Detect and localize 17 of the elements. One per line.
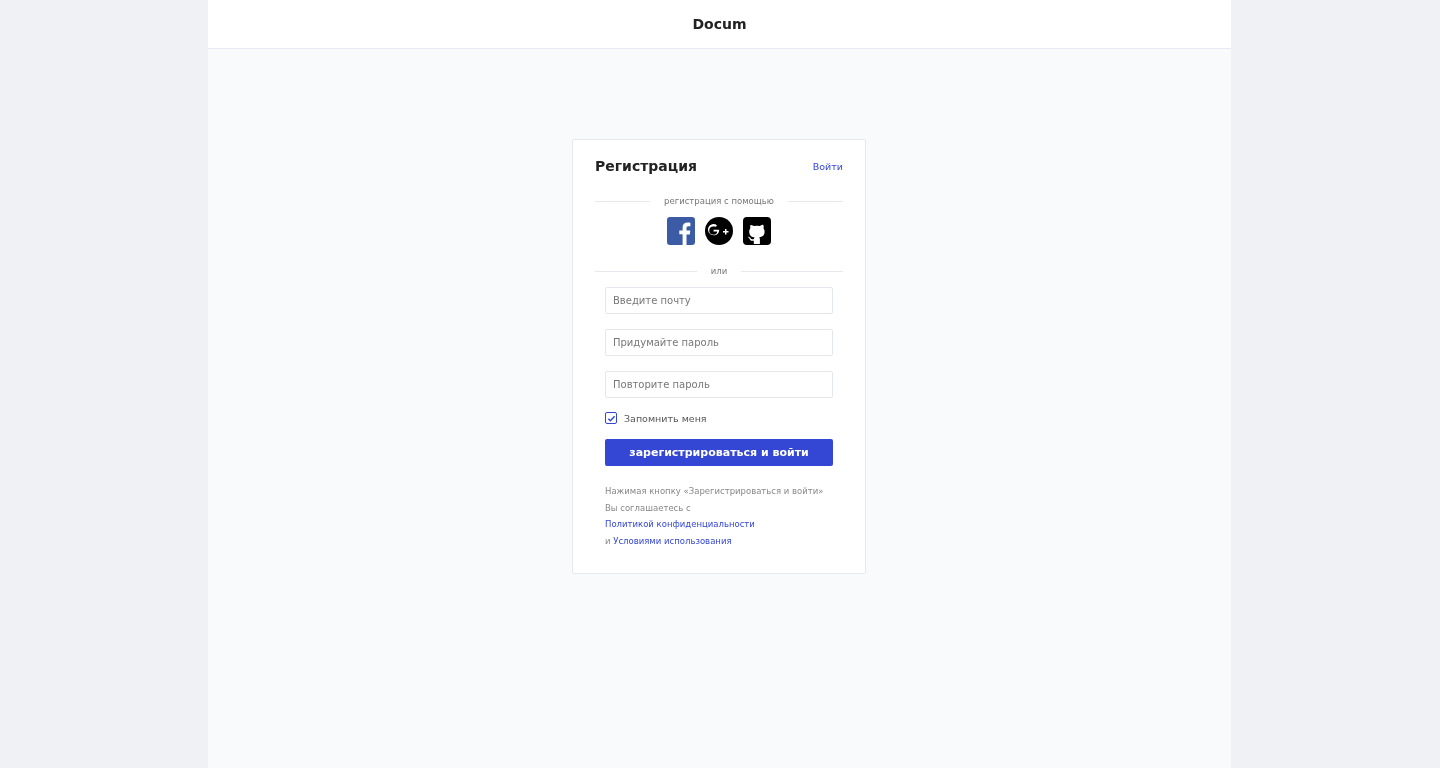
google-plus-icon[interactable] [705,217,733,245]
github-icon[interactable] [743,217,771,245]
facebook-icon[interactable] [667,217,695,245]
terms-text: Нажимая кнопку «Зарегистрироваться и войти» Вы соглашаетесь с Политикой конфиденциальности и Условиями использования [605,485,825,548]
input-field[interactable]: Придумайте пароль [605,329,833,356]
register-button[interactable]: зарегистрироваться и войти [605,439,833,466]
login-link[interactable]: Войти [812,160,843,172]
terms-link[interactable]: Условиями использования [613,535,732,546]
checkbox[interactable] [605,412,617,424]
input-field[interactable]: Введите почту [605,287,833,314]
divider-caption: или [710,266,728,276]
privacy-link[interactable]: Политикой конфиденциальности [605,519,755,529]
input-field[interactable]: Повторите пароль [605,371,833,398]
divider-caption: регистрация с помощью [664,196,774,206]
form-title: Регистрация [595,158,697,174]
logo[interactable]: Docum [692,16,747,32]
checkbox-label: Запомнить меня [624,412,707,424]
